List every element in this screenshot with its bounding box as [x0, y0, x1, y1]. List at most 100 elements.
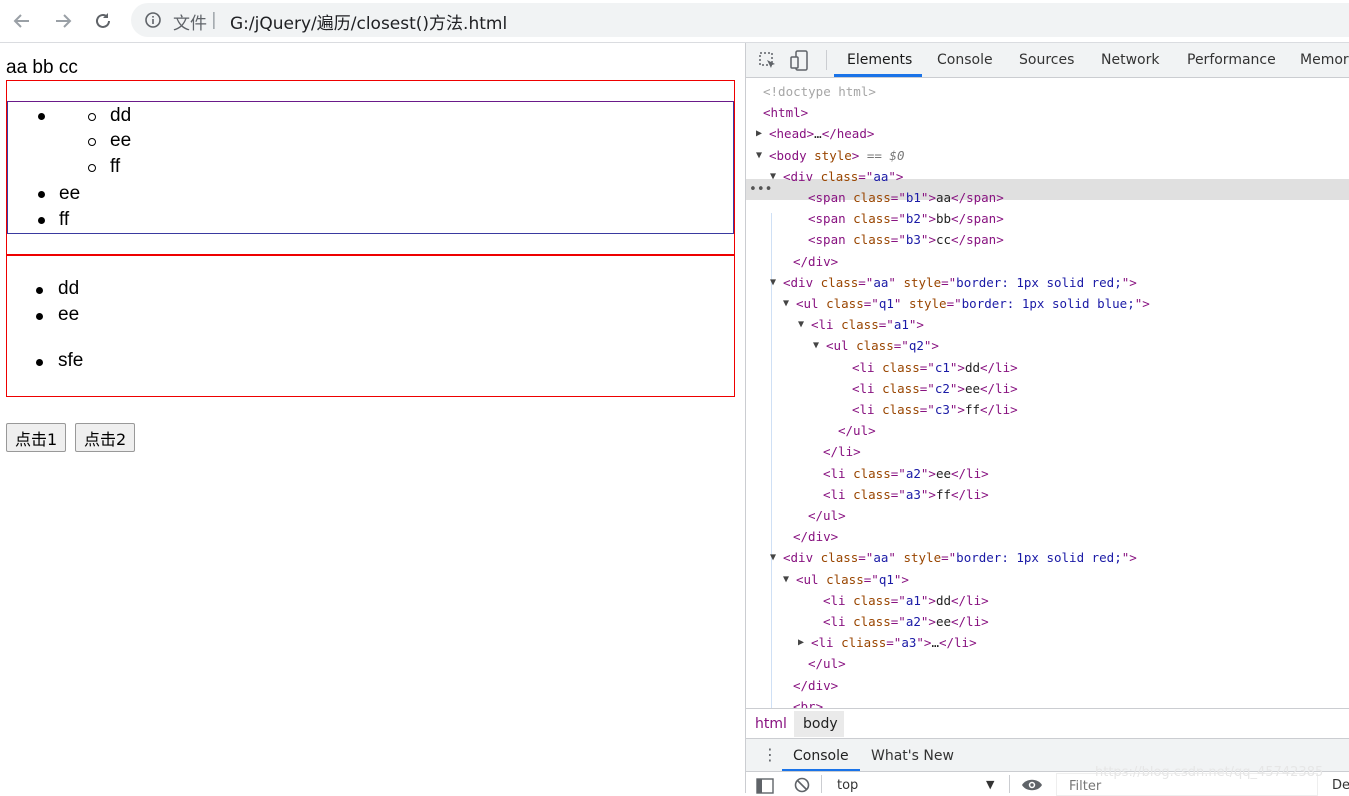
dom-node-line[interactable]: <span class="b1">aa</span>: [808, 187, 1004, 208]
expand-triangle-icon[interactable]: ▼: [783, 569, 789, 590]
dom-node-line[interactable]: ▶ <li cliass="a3">…</li>: [798, 632, 977, 653]
expand-triangle-icon[interactable]: ▼: [756, 145, 762, 166]
tab-console[interactable]: Console: [937, 52, 993, 68]
tab-performance[interactable]: Performance: [1187, 52, 1276, 68]
breadcrumb-html[interactable]: html: [755, 716, 787, 732]
dom-node-line[interactable]: ▶ <head>…</head>: [756, 123, 874, 144]
dom-node-line[interactable]: ▼ <body style> == $0: [756, 145, 904, 166]
dom-token: =": [890, 211, 906, 227]
dom-node-line[interactable]: <li class="a2">ee</li>: [823, 611, 989, 632]
list-item: ee: [110, 130, 132, 151]
click2-button[interactable]: 点击2: [75, 423, 136, 452]
dom-node-line[interactable]: ▼ <li class="a1">: [798, 314, 924, 335]
list-item: ff: [59, 209, 70, 230]
dom-token: ">: [888, 168, 904, 184]
dom-node-line[interactable]: <li class="c1">dd</li>: [852, 357, 1018, 378]
dom-node-line[interactable]: </ul>: [838, 420, 876, 441]
dom-node-line[interactable]: <span class="b3">cc</span>: [808, 229, 1004, 250]
dom-node-line[interactable]: <html>: [763, 102, 808, 123]
dom-token: aa: [873, 550, 889, 566]
dom-node-line[interactable]: ▼ <ul class="q2">: [813, 335, 939, 356]
dom-token: =": [919, 402, 935, 417]
drawer-tab-console[interactable]: Console: [793, 748, 849, 764]
context-dropdown-icon[interactable]: ▼: [986, 778, 994, 791]
dom-token: b2: [905, 211, 921, 227]
dom-node-line[interactable]: </ul>: [808, 505, 846, 526]
dom-token: ">: [920, 614, 936, 629]
dom-node-line[interactable]: <li class="a2">ee</li>: [823, 463, 989, 484]
dom-node-line[interactable]: <!doctype html>: [763, 81, 876, 102]
list-item: ff: [110, 156, 121, 177]
dom-node-line[interactable]: ▼ <ul class="q1">: [783, 569, 909, 590]
inspect-element-icon[interactable]: [758, 51, 778, 71]
spans-line: aa bb cc: [6, 57, 78, 78]
dom-node-line[interactable]: ▼ <div class="aa">: [770, 166, 904, 187]
expand-triangle-icon[interactable]: ▼: [770, 272, 776, 293]
bullet-icon: [36, 287, 43, 294]
dom-node-line[interactable]: </div>: [793, 675, 838, 696]
clear-console-icon[interactable]: [794, 777, 810, 793]
dom-token: =": [941, 550, 957, 566]
expand-triangle-icon[interactable]: ▼: [798, 314, 804, 335]
dom-node-line[interactable]: <li class="c3">ff</li>: [852, 399, 1018, 420]
dom-token: <head>: [769, 126, 815, 142]
dom-node-line[interactable]: </div>: [793, 526, 838, 547]
dom-token: <ul: [796, 571, 827, 587]
arrow-left-icon: [13, 14, 29, 28]
drawer-menu-icon[interactable]: ⋮: [762, 745, 778, 764]
expand-triangle-icon[interactable]: ▼: [783, 293, 789, 314]
click1-button[interactable]: 点击1: [6, 423, 67, 452]
toolbar-divider: [821, 775, 822, 793]
device-toolbar-icon[interactable]: [790, 50, 810, 72]
drawer-tab-whats-new[interactable]: What's New: [871, 748, 954, 764]
dom-node-line[interactable]: </div>: [793, 251, 838, 272]
dom-node-line[interactable]: <li class="a1">dd</li>: [823, 590, 989, 611]
dom-token: ">: [920, 465, 936, 481]
expand-triangle-icon[interactable]: ▼: [770, 166, 776, 187]
dom-token: ">: [949, 380, 965, 396]
tab-sources[interactable]: Sources: [1019, 52, 1074, 68]
more-options-icon[interactable]: •••: [749, 179, 772, 200]
dom-tree: ••• <!doctype html> <html> ▶ <head>…</head>…: [746, 78, 1349, 708]
bullet-icon: [38, 191, 45, 198]
breadcrumb-body[interactable]: body: [803, 716, 838, 732]
tab-elements[interactable]: Elements: [847, 52, 912, 68]
dom-token: </span>: [951, 190, 1004, 205]
dom-node-line[interactable]: <br>: [793, 696, 823, 708]
dom-token: </li>: [980, 359, 1018, 375]
context-selector[interactable]: top: [837, 778, 858, 793]
dom-token: c1: [934, 359, 950, 375]
devtools-tabbar: Elements Console Sources Network Perform…: [746, 43, 1349, 78]
dom-node-line[interactable]: <li class="c2">ee</li>: [852, 378, 1018, 399]
forward-button[interactable]: [50, 8, 76, 34]
collapse-triangle-icon[interactable]: ▶: [756, 123, 762, 144]
dom-token: <li: [823, 592, 854, 608]
reload-button[interactable]: [90, 8, 116, 34]
expand-triangle-icon[interactable]: ▼: [770, 547, 776, 568]
expand-triangle-icon[interactable]: ▼: [813, 335, 819, 356]
sidebar-toggle-icon[interactable]: [756, 778, 774, 794]
dom-node-line[interactable]: ▼ <div class="aa" style="border: 1px soli…: [770, 547, 1137, 568]
dom-node-line[interactable]: </ul>: [808, 653, 846, 674]
tab-network[interactable]: Network: [1101, 52, 1159, 68]
back-button[interactable]: [9, 8, 35, 34]
dom-token: dd: [964, 359, 980, 375]
dom-token: ">: [908, 317, 924, 333]
dom-node-line[interactable]: </li>: [823, 441, 861, 462]
dom-token: =": [886, 635, 902, 651]
address-bar[interactable]: 文件 | G:/jQuery/遍历/closest()方法.html: [131, 3, 1349, 37]
bullet-icon: [38, 113, 45, 120]
dom-token: </li>: [980, 380, 1018, 396]
eye-icon[interactable]: [1021, 778, 1043, 792]
dom-token: </ul>: [808, 656, 846, 672]
default-levels-dropdown[interactable]: Def: [1332, 778, 1349, 793]
dom-node-line[interactable]: <span class="b2">bb</span>: [808, 208, 1004, 229]
dom-node-line[interactable]: ▼ <ul class="q1" style="border: 1px solid…: [783, 293, 1150, 314]
dom-node-line[interactable]: ▼ <div class="aa" style="border: 1px soli…: [770, 272, 1137, 293]
dom-token: class: [853, 614, 891, 629]
filter-placeholder: Filter: [1069, 779, 1102, 794]
collapse-triangle-icon[interactable]: ▶: [798, 632, 804, 653]
tab-memory[interactable]: Memory: [1300, 52, 1349, 68]
dom-node-line[interactable]: <li class="a3">ff</li>: [823, 484, 989, 505]
dom-token: </li>: [938, 635, 977, 651]
